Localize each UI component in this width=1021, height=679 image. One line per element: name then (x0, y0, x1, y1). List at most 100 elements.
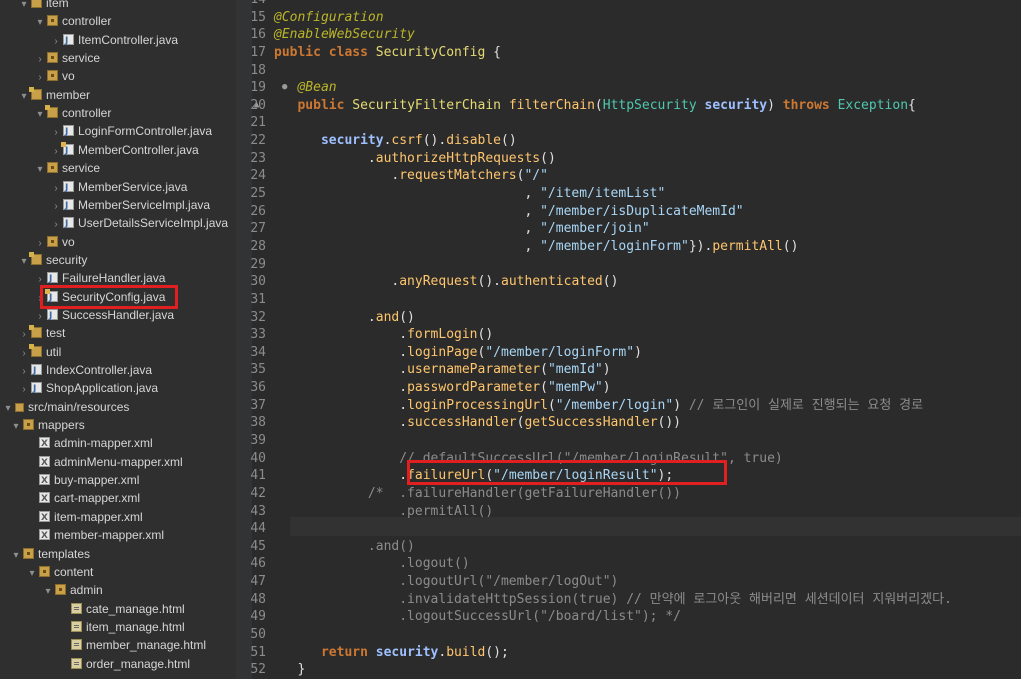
code-line[interactable]: 45 .and() (236, 538, 415, 556)
code-line[interactable]: 16 @EnableWebSecurity (236, 26, 415, 44)
override-marker-icon[interactable]: ▲ (254, 97, 259, 115)
explorer-item[interactable]: › IndexController.java (18, 361, 152, 381)
chevron-right-icon[interactable]: › (50, 216, 62, 234)
chevron-down-icon[interactable]: ▾ (10, 547, 22, 565)
explorer-item[interactable]: item-mapper.xml (26, 508, 143, 527)
explorer-item[interactable]: ▾ item (18, 0, 69, 12)
code-line[interactable]: 38 .successHandler(getSuccessHandler()) (236, 414, 681, 432)
code-token: security (375, 644, 439, 660)
chevron-right-icon[interactable]: › (34, 235, 46, 253)
code-line[interactable]: 19 @Bean ● (236, 79, 336, 97)
chevron-right-icon[interactable]: › (34, 51, 46, 69)
explorer-item[interactable]: member-mapper.xml (26, 526, 164, 545)
code-line[interactable]: 29 (236, 256, 274, 274)
code-line[interactable]: 25 , "/item/itemList" (236, 185, 665, 203)
code-line[interactable]: 46 .logout() (236, 555, 469, 573)
code-line[interactable]: 33 .formLogin() (236, 326, 493, 344)
explorer-item[interactable]: ▾ mappers (10, 416, 84, 436)
chevron-right-icon[interactable]: › (34, 271, 46, 289)
explorer-item[interactable]: cart-mapper.xml (26, 489, 140, 508)
code-line[interactable]: 48 .invalidateHttpSession(true) // 만약에 로… (236, 591, 952, 609)
code-line[interactable]: 15 @Configuration (236, 9, 383, 27)
code-line[interactable]: 36 .passwordParameter("memPw") (236, 379, 610, 397)
explorer-item[interactable]: admin-mapper.xml (26, 434, 153, 453)
code-line[interactable]: 31 (236, 291, 274, 309)
explorer-item[interactable]: › service (34, 49, 100, 67)
code-line[interactable]: 18 (236, 62, 274, 80)
chevron-right-icon[interactable]: › (34, 69, 46, 87)
explorer-item[interactable]: › LoginFormController.java (50, 122, 212, 142)
code-line[interactable]: 41 .failureUrl("/member/loginResult"); (236, 467, 673, 485)
explorer-item[interactable]: ▾ content (26, 563, 93, 581)
chevron-right-icon[interactable]: › (50, 198, 62, 216)
explorer-item[interactable]: › UserDetailsServiceImpl.java (50, 214, 228, 234)
code-line[interactable]: 26 , "/member/isDuplicateMemId" (236, 203, 743, 221)
code-line[interactable]: 51 return security.build(); (236, 644, 509, 662)
code-line[interactable]: 35 .usernameParameter("memId") (236, 361, 610, 379)
code-line[interactable]: 17 public class SecurityConfig { (236, 44, 501, 62)
code-line[interactable]: 39 (236, 432, 274, 450)
explorer-item[interactable]: ▾ controller (34, 12, 111, 30)
explorer-item[interactable]: › ItemController.java (50, 31, 178, 51)
chevron-down-icon[interactable]: ▾ (42, 583, 54, 601)
code-line[interactable]: 50 (236, 626, 274, 644)
fold-marker-icon[interactable]: ● (282, 79, 287, 97)
explorer-item[interactable]: ▾ controller (34, 104, 111, 122)
chevron-down-icon[interactable]: ▾ (26, 565, 38, 583)
explorer-item[interactable]: buy-mapper.xml (26, 471, 139, 490)
code-line[interactable]: 44 (236, 520, 274, 538)
explorer-item[interactable]: member_manage.html (58, 636, 206, 654)
code-line[interactable]: 20 public SecurityFilterChain filterChai… (236, 97, 916, 115)
code-line[interactable]: 23 .authorizeHttpRequests() (236, 150, 555, 168)
code-line[interactable]: 24 .requestMatchers("/" (236, 167, 548, 185)
code-line[interactable]: 14 (236, 0, 274, 9)
chevron-down-icon[interactable]: ▾ (10, 418, 22, 436)
explorer-item[interactable]: › vo (34, 67, 74, 87)
explorer-item[interactable]: ›SecurityConfig.java (34, 288, 165, 307)
explorer-item[interactable]: › MemberService.java (50, 178, 187, 198)
explorer-item[interactable]: cate_manage.html (58, 600, 185, 618)
explorer-item[interactable]: ›MemberController.java (50, 141, 199, 160)
chevron-down-icon[interactable]: ▾ (2, 400, 14, 418)
code-line[interactable]: 49 .logoutSuccessUrl("/board/list"); */ (236, 608, 681, 626)
code-line[interactable]: 40 // defaultSuccessUrl("/member/loginRe… (236, 450, 782, 468)
chevron-right-icon[interactable]: › (50, 180, 62, 198)
chevron-down-icon[interactable]: ▾ (34, 161, 46, 179)
chevron-right-icon[interactable]: › (18, 381, 30, 399)
code-line[interactable]: 30 .anyRequest().authenticated() (236, 273, 618, 291)
explorer-item[interactable]: adminMenu-mapper.xml (26, 453, 183, 472)
explorer-item[interactable]: › FailureHandler.java (34, 269, 165, 289)
explorer-item[interactable]: › MemberServiceImpl.java (50, 196, 210, 216)
explorer-item[interactable]: › test (18, 324, 65, 342)
explorer-item[interactable]: ▾ service (34, 159, 100, 177)
code-line[interactable]: 37 .loginProcessingUrl("/member/login") … (236, 397, 923, 415)
code-line[interactable]: 22 security.csrf().disable() (236, 132, 516, 150)
explorer-item[interactable]: ▾ security (18, 251, 87, 269)
code-line[interactable]: 21 (236, 114, 274, 132)
chevron-right-icon[interactable]: › (18, 363, 30, 381)
code-line[interactable]: 47 .logoutUrl("/member/logOut") (236, 573, 618, 591)
explorer-item[interactable]: ▾ src/main/resources (2, 398, 129, 416)
chevron-right-icon[interactable]: › (34, 308, 46, 326)
explorer-item[interactable]: ▾ member (18, 86, 90, 104)
explorer-item[interactable]: item_manage.html (58, 618, 185, 636)
code-line[interactable]: 27 , "/member/join" (236, 220, 649, 238)
explorer-item[interactable]: ▾ admin (42, 581, 102, 601)
chevron-down-icon[interactable]: ▾ (34, 14, 46, 32)
explorer-item[interactable]: › vo (34, 233, 74, 253)
code-line[interactable]: 42 /* .failureHandler(getFailureHandler(… (236, 485, 681, 503)
code-line[interactable]: 28 , "/member/loginForm"}).permitAll() (236, 238, 798, 256)
code-line[interactable]: 43 .permitAll() (236, 503, 493, 521)
chevron-right-icon[interactable]: › (50, 124, 62, 142)
explorer-item[interactable]: › ShopApplication.java (18, 379, 158, 399)
code-line[interactable]: 32 .and() (236, 309, 415, 327)
chevron-right-icon[interactable]: › (50, 33, 62, 51)
explorer-item[interactable]: › SuccessHandler.java (34, 306, 174, 326)
explorer-item[interactable]: › util (18, 343, 61, 361)
explorer-item[interactable]: ▾ templates (10, 545, 90, 563)
chevron-down-icon[interactable]: ▾ (18, 0, 30, 14)
code-token: requestMatchers (399, 168, 517, 184)
explorer-item[interactable]: order_manage.html (58, 655, 190, 673)
code-line[interactable]: 34 .loginPage("/member/loginForm") (236, 344, 642, 362)
code-line[interactable]: 52 } (236, 661, 305, 679)
